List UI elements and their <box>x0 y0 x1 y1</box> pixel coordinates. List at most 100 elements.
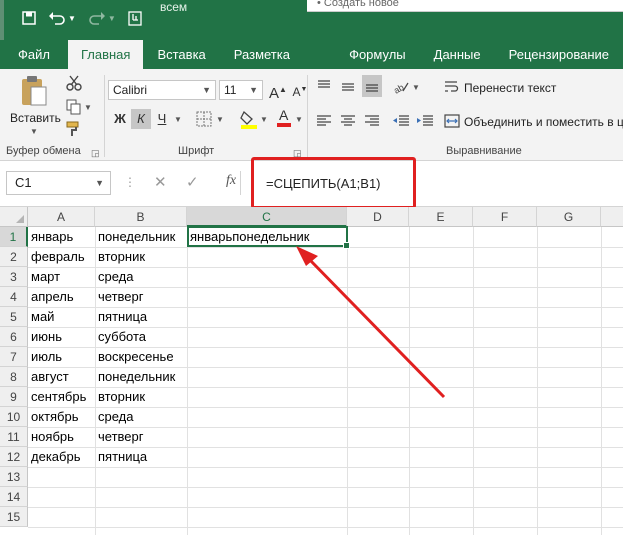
cell-b6[interactable]: суббота <box>95 327 146 347</box>
align-right-icon[interactable] <box>364 113 380 132</box>
row-header-2[interactable]: 2 <box>0 247 28 267</box>
tab-formulas[interactable]: Формулы <box>335 40 420 69</box>
copy-icon[interactable] <box>66 99 82 118</box>
cell-b3[interactable]: среда <box>95 267 134 287</box>
column-header-d[interactable]: D <box>347 207 409 227</box>
row-header-12[interactable]: 12 <box>0 447 28 467</box>
tab-page-layout[interactable]: Разметка страницы <box>220 40 335 91</box>
cell-b8[interactable]: понедельник <box>95 367 175 387</box>
cell-b11[interactable]: четверг <box>95 427 144 447</box>
borders-icon[interactable] <box>196 111 212 130</box>
cell-b10[interactable]: среда <box>95 407 134 427</box>
cell-b2[interactable]: вторник <box>95 247 145 267</box>
merge-center-icon[interactable] <box>444 113 460 132</box>
clipboard-launcher-icon[interactable]: ◲ <box>91 148 100 159</box>
cell-a2[interactable]: февраль <box>28 247 85 267</box>
tab-file[interactable]: Файл <box>0 40 68 69</box>
increase-font-icon[interactable]: A▲ <box>268 80 288 102</box>
row-header-1[interactable]: 1 <box>0 227 28 247</box>
insert-function-icon[interactable]: fx <box>226 173 236 189</box>
cell-a6[interactable]: июнь <box>28 327 62 347</box>
font-size-select[interactable]: 11 ▼ <box>219 80 263 100</box>
row-header-6[interactable]: 6 <box>0 327 28 347</box>
cell-a9[interactable]: сентябрь <box>28 387 86 407</box>
cell-b1[interactable]: понедельник <box>95 227 175 247</box>
save-icon[interactable] <box>22 11 36 25</box>
paste-button[interactable]: Вставить ▼ <box>6 73 61 136</box>
tab-home[interactable]: Главная <box>67 40 144 69</box>
align-center-icon[interactable] <box>340 113 356 132</box>
cell-a11[interactable]: ноябрь <box>28 427 74 447</box>
cell-b9[interactable]: вторник <box>95 387 145 407</box>
align-top-icon[interactable] <box>316 79 332 98</box>
row-header-10[interactable]: 10 <box>0 407 28 427</box>
redo-icon[interactable] <box>88 11 106 25</box>
undo-icon[interactable] <box>48 11 66 25</box>
fill-color-icon[interactable] <box>240 109 258 132</box>
column-header-c[interactable]: C <box>187 207 347 227</box>
italic-button[interactable]: К <box>131 109 151 129</box>
name-box[interactable]: C1 ▼ <box>6 171 111 195</box>
column-header-g[interactable]: G <box>537 207 601 227</box>
cancel-icon[interactable]: ✕ <box>154 173 167 191</box>
borders-dropdown-icon[interactable]: ▼ <box>216 115 224 124</box>
cut-icon[interactable] <box>66 75 82 94</box>
row-header-9[interactable]: 9 <box>0 387 28 407</box>
row-header-13[interactable]: 13 <box>0 467 28 487</box>
bold-button[interactable]: Ж <box>110 109 130 129</box>
redo-dropdown-icon[interactable]: ▼ <box>108 14 116 23</box>
underline-dropdown-icon[interactable]: ▼ <box>174 115 182 124</box>
cell-b7[interactable]: воскресенье <box>95 347 174 367</box>
cell-a5[interactable]: май <box>28 307 54 327</box>
cell-a3[interactable]: март <box>28 267 60 287</box>
row-header-8[interactable]: 8 <box>0 367 28 387</box>
cell-a4[interactable]: апрель <box>28 287 74 307</box>
align-bottom-icon[interactable] <box>362 75 382 97</box>
select-all-button[interactable] <box>0 207 28 227</box>
undo-dropdown-icon[interactable]: ▼ <box>68 14 76 23</box>
cell-a10[interactable]: октябрь <box>28 407 79 427</box>
row-header-14[interactable]: 14 <box>0 487 28 507</box>
row-header-4[interactable]: 4 <box>0 287 28 307</box>
row-header-11[interactable]: 11 <box>0 427 28 447</box>
tab-data[interactable]: Данные <box>420 40 495 69</box>
cell-b4[interactable]: четверг <box>95 287 144 307</box>
orientation-dropdown-icon[interactable]: ▼ <box>412 83 420 92</box>
tab-insert[interactable]: Вставка <box>143 40 219 69</box>
align-left-icon[interactable] <box>316 113 332 132</box>
cell-a1[interactable]: январь <box>28 227 73 247</box>
active-cell-border[interactable] <box>187 226 350 249</box>
wrap-text-button[interactable]: Перенести текст <box>464 81 556 95</box>
column-header-e[interactable]: E <box>409 207 473 227</box>
font-color-icon[interactable]: A <box>276 107 292 130</box>
column-header-a[interactable]: A <box>28 207 95 227</box>
cell-a8[interactable]: август <box>28 367 69 387</box>
cell-b5[interactable]: пятница <box>95 307 147 327</box>
decrease-indent-icon[interactable] <box>392 113 410 132</box>
copy-dropdown-icon[interactable]: ▼ <box>84 103 92 112</box>
cell-a12[interactable]: декабрь <box>28 447 80 467</box>
tab-review[interactable]: Рецензирование <box>495 40 623 69</box>
merge-center-button[interactable]: Объединить и поместить в ц <box>464 115 623 129</box>
cell-b12[interactable]: пятница <box>95 447 147 467</box>
enter-icon[interactable]: ✓ <box>186 173 199 191</box>
align-middle-icon[interactable] <box>340 79 356 98</box>
underline-button[interactable]: Ч <box>152 109 172 129</box>
column-header-f[interactable]: F <box>473 207 537 227</box>
font-color-dropdown-icon[interactable]: ▼ <box>295 115 303 124</box>
column-header-b[interactable]: B <box>95 207 187 227</box>
row-header-3[interactable]: 3 <box>0 267 28 287</box>
increase-indent-icon[interactable] <box>416 113 434 132</box>
format-painter-icon[interactable] <box>66 121 82 140</box>
row-header-15[interactable]: 15 <box>0 507 28 527</box>
row-header-7[interactable]: 7 <box>0 347 28 367</box>
touch-mode-icon[interactable] <box>128 10 142 26</box>
orientation-icon[interactable]: ab <box>392 79 410 98</box>
fill-dropdown-icon[interactable]: ▼ <box>260 115 268 124</box>
column-header-partial[interactable] <box>601 207 623 227</box>
resize-handle-icon[interactable]: ⋮ <box>124 175 136 189</box>
row-header-5[interactable]: 5 <box>0 307 28 327</box>
cell-a7[interactable]: июль <box>28 347 62 367</box>
font-name-select[interactable]: Calibri ▼ <box>108 80 216 100</box>
wrap-text-icon[interactable] <box>444 79 460 98</box>
